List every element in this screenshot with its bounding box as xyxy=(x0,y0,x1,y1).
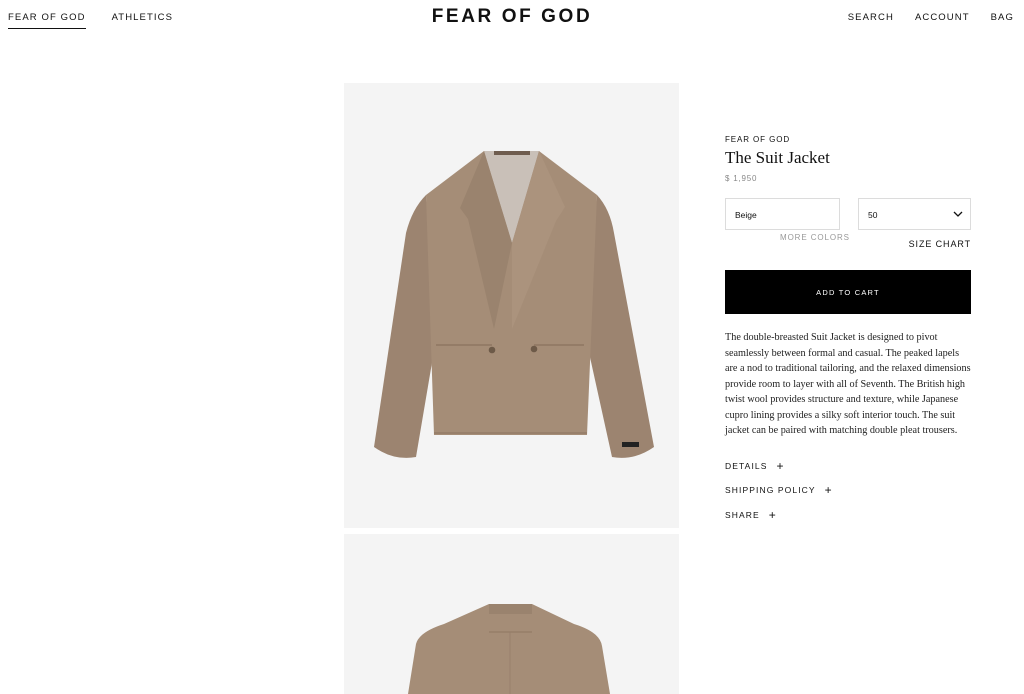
plus-icon: + xyxy=(776,458,784,473)
add-to-cart-button[interactable]: ADD TO CART xyxy=(725,270,971,314)
more-colors-link[interactable]: MORE COLORS xyxy=(780,233,850,242)
utility-nav: SEARCH ACCOUNT BAG xyxy=(848,12,1014,23)
product-info: FEAR OF GOD The Suit Jacket $ 1,950 Beig… xyxy=(725,135,971,527)
accordion-details-label: DETAILS xyxy=(725,460,768,471)
chevron-down-icon xyxy=(953,211,963,217)
nav-link-search[interactable]: SEARCH xyxy=(848,12,894,23)
product-image-front[interactable] xyxy=(344,83,679,528)
accordion-share-label: SHARE xyxy=(725,509,760,520)
brand-tag[interactable]: FEAR OF GOD xyxy=(725,135,971,144)
jacket-back-illustration xyxy=(408,604,610,694)
nav-link-bag[interactable]: BAG xyxy=(991,12,1014,23)
plus-icon: + xyxy=(768,507,776,522)
product-accordion: DETAILS + SHIPPING POLICY + SHARE + xyxy=(725,454,971,528)
plus-icon: + xyxy=(824,483,832,498)
size-select[interactable]: 50 xyxy=(858,198,971,230)
accordion-shipping-policy[interactable]: SHIPPING POLICY + xyxy=(725,478,971,503)
product-description: The double-breasted Suit Jacket is desig… xyxy=(725,332,971,436)
accordion-shipping-label: SHIPPING POLICY xyxy=(725,485,816,496)
size-select-value: 50 xyxy=(868,210,878,220)
color-select[interactable]: Beige xyxy=(725,198,840,230)
variant-sub-links: MORE COLORS SIZE CHART xyxy=(725,232,971,254)
nav-link-account[interactable]: ACCOUNT xyxy=(915,12,970,23)
product-image-back[interactable] xyxy=(344,534,679,694)
color-select-value: Beige xyxy=(735,210,757,220)
size-chart-link[interactable]: SIZE CHART xyxy=(909,239,971,249)
product-title: The Suit Jacket xyxy=(725,148,830,167)
product-price: $ 1,950 xyxy=(725,174,758,183)
accordion-details[interactable]: DETAILS + xyxy=(725,454,971,479)
variant-selectors: Beige 50 xyxy=(725,198,971,232)
jacket-front-illustration xyxy=(374,151,654,458)
accordion-share[interactable]: SHARE + xyxy=(725,503,971,528)
